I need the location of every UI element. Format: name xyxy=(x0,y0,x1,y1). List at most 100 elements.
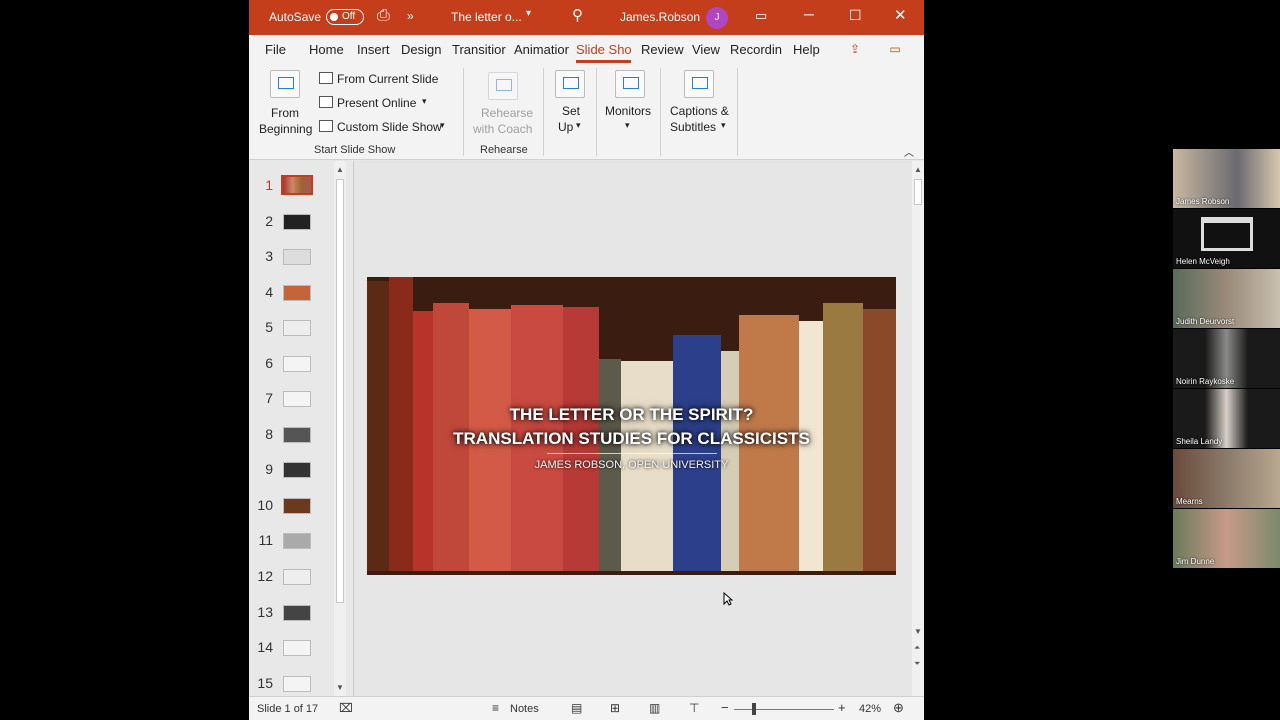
set-up-label-2: Up xyxy=(558,120,574,134)
slide-preview xyxy=(283,320,311,336)
from-current-slide-button[interactable]: From Current Slide xyxy=(317,70,447,88)
maximize-icon[interactable]: ☐ xyxy=(849,7,862,24)
slide-preview xyxy=(283,462,311,478)
tab-review[interactable]: Review xyxy=(641,42,684,57)
thumbnails-scrollbar[interactable]: ▲ ▼ xyxy=(334,161,346,696)
tab-transitions[interactable]: Transitior xyxy=(452,42,508,57)
tab-insert[interactable]: Insert xyxy=(357,42,390,57)
from-current-slide-label: From Current Slide xyxy=(337,72,439,86)
fit-slide-icon[interactable]: ⊕ xyxy=(893,700,904,716)
participant-name: James Robson xyxy=(1176,197,1230,206)
tab-help[interactable]: Help xyxy=(793,42,820,57)
tab-home[interactable]: Home xyxy=(309,42,344,57)
divider xyxy=(660,68,661,156)
custom-slide-show-button[interactable]: Custom Slide Show ▾ xyxy=(317,118,452,136)
toggle-knob xyxy=(330,13,338,21)
document-title[interactable]: The letter o... xyxy=(451,10,522,24)
zoom-slider-handle[interactable] xyxy=(752,703,756,715)
participant-tile[interactable]: Jim Dunne xyxy=(1173,509,1280,568)
minimize-icon[interactable]: ─ xyxy=(804,6,814,22)
slide-number: 15 xyxy=(257,675,273,691)
slide-sorter-icon[interactable]: ⊞ xyxy=(610,701,620,715)
slide-number: 10 xyxy=(257,497,273,513)
tab-slide-show[interactable]: Slide Sho xyxy=(576,42,632,63)
comments-icon[interactable]: ▭ xyxy=(885,42,905,58)
rehearse-with-coach-button[interactable]: Rehearse with Coach xyxy=(471,70,535,138)
participant-tile[interactable]: Noirin Raykoske xyxy=(1173,329,1280,388)
from-beginning-label-1: From xyxy=(271,106,299,120)
ribbon-display-icon[interactable]: ▭ xyxy=(755,8,767,24)
slide-title[interactable]: THE LETTER OR THE SPIRIT? TRANSLATION ST… xyxy=(367,403,896,451)
slide-title-line-2: TRANSLATION STUDIES FOR CLASSICISTS xyxy=(453,429,810,448)
participant-tile[interactable]: Helen McVeigh xyxy=(1173,209,1280,268)
scroll-up-icon[interactable]: ▲ xyxy=(914,165,922,174)
reading-view-icon[interactable]: ▥ xyxy=(649,701,660,715)
scroll-down-icon[interactable]: ▼ xyxy=(336,683,344,692)
slide-subtitle[interactable]: JAMES ROBSON, OPEN UNIVERSITY xyxy=(367,459,896,471)
zoom-level[interactable]: 42% xyxy=(859,703,881,715)
avatar[interactable]: J xyxy=(706,7,728,29)
notes-icon[interactable]: ≡ xyxy=(492,701,499,715)
more-commands-icon[interactable]: » xyxy=(407,9,414,23)
close-icon[interactable]: ✕ xyxy=(894,6,907,24)
participant-name: Noirin Raykoske xyxy=(1176,377,1235,386)
participant-tile[interactable]: James Robson xyxy=(1173,149,1280,208)
autosave-state: Off xyxy=(342,11,356,22)
tab-animations[interactable]: Animatior xyxy=(514,42,569,57)
scroll-thumb[interactable] xyxy=(914,179,922,205)
scroll-up-icon[interactable]: ▲ xyxy=(336,165,344,174)
tab-recording[interactable]: Recordin xyxy=(730,42,786,57)
scroll-down-icon[interactable]: ▼ xyxy=(914,627,922,636)
notes-button[interactable]: Notes xyxy=(510,703,539,715)
slide-title-line-1: THE LETTER OR THE SPIRIT? xyxy=(509,405,754,424)
monitor-icon xyxy=(615,70,645,98)
slide-preview xyxy=(283,249,311,265)
captions-subtitles-button[interactable]: Captions & Subtitles ▾ xyxy=(667,70,735,138)
autosave-toggle[interactable]: Off xyxy=(326,9,364,25)
from-beginning-button[interactable]: From Beginning xyxy=(255,68,315,140)
slide-preview xyxy=(283,356,311,372)
chevron-down-icon: ▾ xyxy=(440,120,445,130)
share-icon[interactable]: ⇪ xyxy=(845,42,865,58)
tab-view[interactable]: View xyxy=(692,42,720,57)
zoom-in-icon[interactable]: + xyxy=(838,700,846,715)
participant-tile[interactable]: Mearns xyxy=(1173,449,1280,508)
rehearse-icon xyxy=(488,72,518,100)
slide-editor[interactable]: THE LETTER OR THE SPIRIT? TRANSLATION ST… xyxy=(353,161,924,696)
slide-number: 6 xyxy=(265,355,273,371)
present-online-icon xyxy=(319,96,333,108)
current-slide[interactable]: THE LETTER OR THE SPIRIT? TRANSLATION ST… xyxy=(367,277,896,575)
accessibility-icon[interactable]: ⌧ xyxy=(339,701,353,715)
participant-tile[interactable]: Judith Deurvorst xyxy=(1173,269,1280,328)
scroll-thumb[interactable] xyxy=(336,179,344,603)
zoom-slider[interactable] xyxy=(734,709,834,710)
zoom-out-icon[interactable]: − xyxy=(721,700,729,715)
slide-number: 11 xyxy=(258,532,273,548)
rehearse-label-2: with Coach xyxy=(473,122,533,136)
tab-file[interactable]: File xyxy=(265,42,286,57)
normal-view-icon[interactable]: ▤ xyxy=(571,701,582,715)
chevron-down-icon: ▾ xyxy=(422,96,427,106)
search-icon[interactable]: ⚲ xyxy=(572,6,583,24)
slide-preview xyxy=(283,676,311,692)
slide-show-icon[interactable]: ⊤ xyxy=(689,701,699,715)
editor-scrollbar[interactable]: ▲ ▼ ⏶ ⏷ xyxy=(912,161,924,696)
present-online-button[interactable]: Present Online ▾ xyxy=(317,94,437,112)
save-icon[interactable]: ⎙ xyxy=(377,7,390,25)
monitors-button[interactable]: Monitors ▾ xyxy=(603,70,657,138)
set-up-button[interactable]: Set Up ▾ xyxy=(551,70,591,138)
tab-design[interactable]: Design xyxy=(401,42,441,57)
participant-name: Mearns xyxy=(1176,497,1203,506)
divider xyxy=(543,68,544,156)
slide-preview xyxy=(283,498,311,514)
custom-show-icon xyxy=(319,120,333,132)
chevron-down-icon[interactable]: ▾ xyxy=(526,8,531,19)
slide-preview xyxy=(283,391,311,407)
previous-slide-icon[interactable]: ⏶ xyxy=(914,643,920,653)
slide-preview xyxy=(283,640,311,656)
next-slide-icon[interactable]: ⏷ xyxy=(914,659,920,669)
user-name[interactable]: James.Robson xyxy=(620,10,700,24)
divider xyxy=(463,68,464,156)
participant-tile[interactable]: Sheila Landy xyxy=(1173,389,1280,448)
collapse-ribbon-icon[interactable]: ︿ xyxy=(904,144,914,159)
